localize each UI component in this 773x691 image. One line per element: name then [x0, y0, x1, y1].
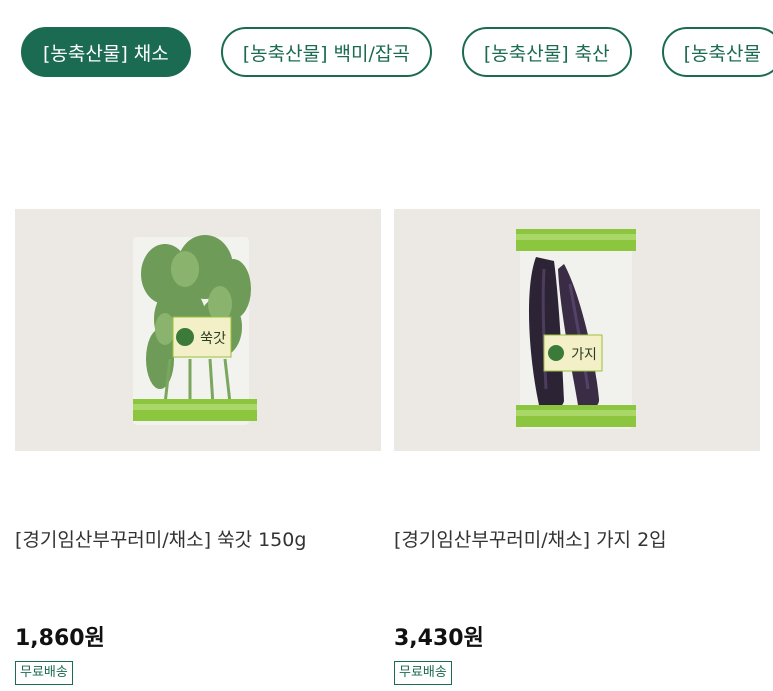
package-label-text: 쑥갓: [200, 331, 226, 347]
tab-label: [농축산물] 채소: [43, 42, 169, 65]
tab-vegetables[interactable]: [농축산물] 채소: [21, 27, 191, 77]
tab-livestock[interactable]: [농축산물] 축산: [461, 27, 632, 77]
free-shipping-badge: 무료배송: [394, 661, 452, 685]
product-card[interactable]: 가지 [경기임산부꾸러미/채소] 가지 2입 3,430원 무료배송: [394, 209, 760, 685]
product-image[interactable]: 가지: [394, 209, 760, 451]
tab-rice-grains[interactable]: [농축산물] 백미/잡곡: [220, 27, 432, 77]
tab-label: [농축산물] 백미/잡곡: [242, 42, 410, 65]
category-tab-bar: [농축산물] 채소 [농축산물] 백미/잡곡 [농축산물] 축산 [농축산물: [21, 27, 773, 77]
crown-daisy-package-image: 쑥갓: [133, 235, 257, 425]
free-shipping-badge: 무료배송: [15, 661, 73, 685]
tab-next-category[interactable]: [농축산물: [661, 27, 773, 77]
tab-label: [농축산물: [683, 42, 761, 65]
package-label-text: 가지: [571, 347, 597, 363]
tab-label: [농축산물] 축산: [483, 42, 610, 65]
product-title[interactable]: [경기임산부꾸러미/채소] 쑥갓 150g: [15, 527, 381, 553]
product-image[interactable]: 쑥갓: [15, 209, 381, 451]
product-price: 1,860원: [15, 626, 105, 651]
product-card[interactable]: 쑥갓 [경기임산부꾸러미/채소] 쑥갓 150g 1,860원 무료배송: [15, 209, 381, 685]
product-price: 3,430원: [394, 626, 484, 651]
eggplant-package-image: 가지: [516, 229, 636, 429]
product-title[interactable]: [경기임산부꾸러미/채소] 가지 2입: [394, 527, 760, 553]
